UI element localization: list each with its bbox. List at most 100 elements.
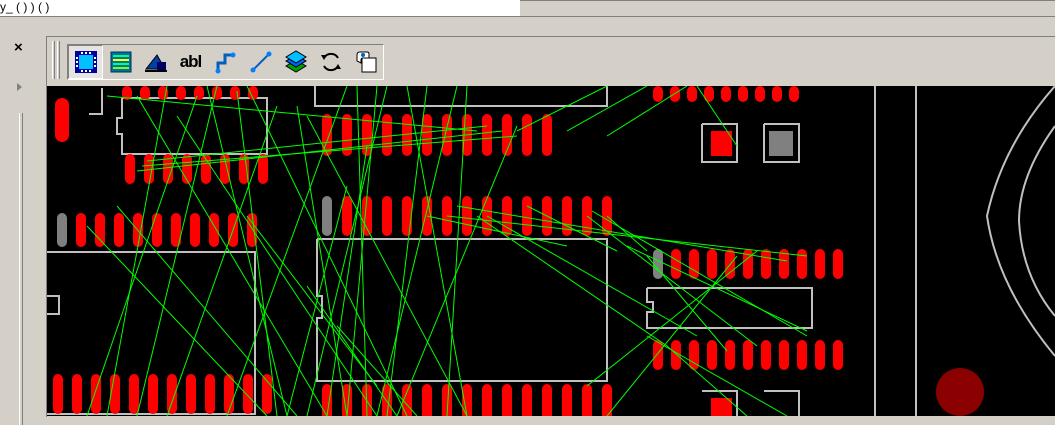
properties-button[interactable]	[348, 45, 383, 79]
refresh-button[interactable]	[313, 45, 348, 79]
component-outline	[316, 238, 608, 382]
pad	[114, 213, 124, 247]
ratsnest-line	[236, 90, 278, 416]
component-outline	[764, 390, 800, 416]
pad	[772, 86, 782, 102]
pad	[190, 213, 200, 247]
pad	[76, 213, 86, 247]
ratsnest-line	[296, 105, 348, 416]
route-trace-icon	[215, 52, 235, 74]
pad	[422, 114, 432, 156]
pad	[462, 196, 472, 236]
component-outline	[116, 97, 268, 155]
close-icon[interactable]: ×	[14, 40, 23, 55]
toolbar-grip-2[interactable]	[57, 41, 60, 79]
pad	[382, 196, 392, 236]
toolbar-grip[interactable]	[52, 41, 55, 79]
ratsnest-line	[166, 105, 278, 416]
pad	[707, 340, 717, 370]
pad	[243, 374, 253, 414]
text-tool-label: abl	[179, 52, 203, 71]
ratsnest-line	[446, 215, 808, 257]
ratsnest-line	[586, 215, 758, 347]
drafting-shape-icon	[144, 54, 167, 72]
ratsnest-line	[306, 115, 468, 416]
pad	[833, 249, 843, 279]
pad	[322, 196, 332, 236]
ratsnest-line	[516, 86, 608, 132]
connection-line-icon	[250, 51, 271, 73]
ratsnest-line	[606, 215, 648, 252]
pad	[542, 114, 552, 156]
ratsnest-line	[606, 86, 688, 137]
layer-stack-button[interactable]	[278, 45, 313, 79]
component-placement-icon	[74, 51, 97, 73]
ratsnest-line	[176, 115, 378, 416]
text-tool-button[interactable]: abl	[173, 45, 208, 79]
pad	[671, 249, 681, 279]
pad	[382, 114, 392, 156]
pad	[53, 374, 63, 414]
pad	[186, 374, 196, 414]
pad	[322, 384, 332, 416]
pad	[55, 98, 69, 142]
ratsnest-line	[146, 125, 488, 162]
pad	[209, 213, 219, 247]
pad	[761, 340, 771, 370]
top-strip-panel	[520, 0, 1055, 16]
via	[936, 368, 984, 416]
pad	[779, 340, 789, 370]
pad	[462, 384, 472, 416]
pad	[205, 374, 215, 414]
ratsnest-line	[396, 125, 518, 416]
top-strip-text: y_ ( ) ) ( )	[0, 0, 50, 14]
pad	[140, 86, 150, 100]
pad	[522, 384, 532, 416]
pad	[176, 86, 186, 100]
pad	[502, 384, 512, 416]
pad	[689, 249, 699, 279]
pad	[482, 114, 492, 156]
pad	[797, 340, 807, 370]
dock-grip[interactable]	[19, 113, 23, 425]
pad	[522, 196, 532, 236]
pad	[167, 374, 177, 414]
pad	[755, 86, 765, 102]
pad	[797, 249, 807, 279]
pad	[761, 249, 771, 279]
pcb-layout-view[interactable]	[47, 86, 1055, 416]
refresh-icon	[320, 52, 341, 72]
pad	[482, 384, 492, 416]
layers-button[interactable]	[103, 45, 138, 79]
pad	[582, 384, 592, 416]
toolbar: abl	[47, 37, 1055, 85]
pad	[653, 86, 663, 102]
drafting-shape-button[interactable]	[138, 45, 173, 79]
dock-bar: ×	[0, 17, 40, 425]
connection-line-button[interactable]	[243, 45, 278, 79]
pad	[194, 86, 204, 100]
pcb-canvas[interactable]	[47, 86, 1055, 416]
layer-stack-icon	[284, 50, 307, 73]
component-outline	[314, 86, 608, 107]
pad	[833, 340, 843, 370]
pad	[738, 86, 748, 102]
toolbar-button-group: abl	[67, 44, 384, 80]
pad	[815, 340, 825, 370]
route-trace-button[interactable]	[208, 45, 243, 79]
component-placement-button[interactable]	[68, 45, 103, 79]
pad	[769, 131, 793, 156]
component-outline	[89, 88, 103, 115]
pad	[258, 154, 268, 184]
ratsnest-line	[136, 95, 328, 416]
pad	[689, 340, 699, 370]
pad	[148, 374, 158, 414]
pad	[653, 249, 663, 279]
pad	[95, 213, 105, 247]
pad	[262, 374, 272, 414]
expand-arrow-icon[interactable]	[17, 83, 22, 91]
ratsnest-line	[476, 215, 668, 347]
layers-icon	[110, 51, 131, 73]
board-outline	[1017, 125, 1055, 317]
pad	[522, 114, 532, 156]
